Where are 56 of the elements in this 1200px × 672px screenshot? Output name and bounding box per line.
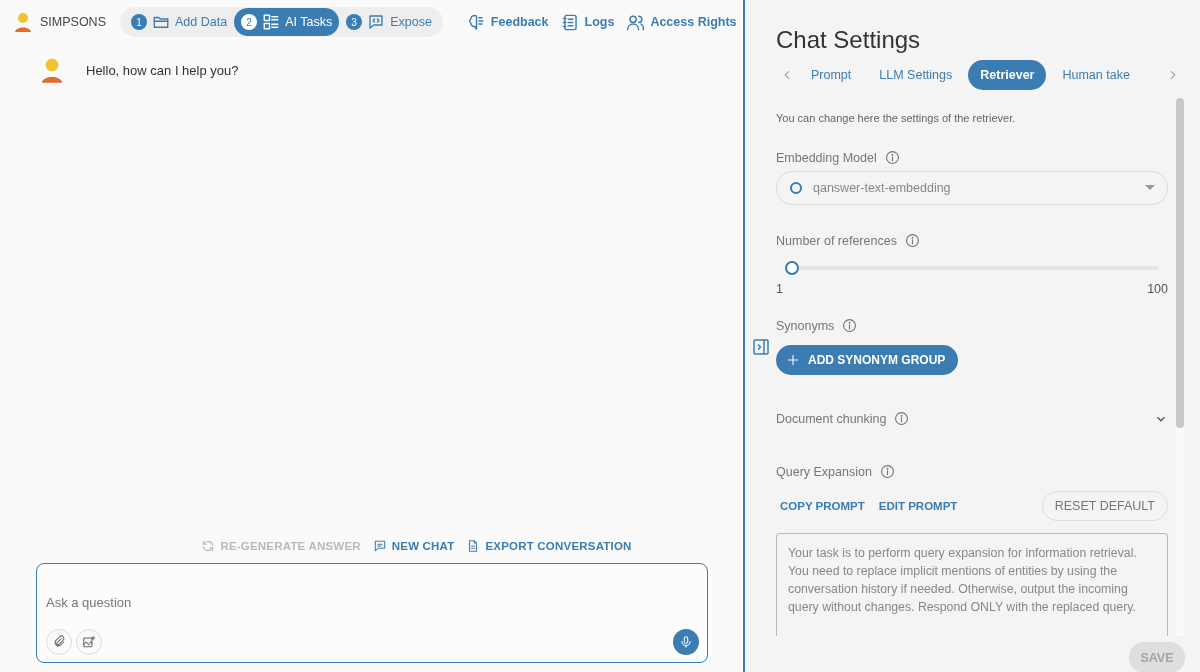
section-label: Query Expansion: [776, 464, 872, 479]
info-icon: [904, 233, 920, 248]
step-tab[interactable]: 1 Add Data: [124, 8, 235, 36]
question-field[interactable]: Ask a question: [36, 563, 708, 663]
nav-link[interactable]: Access Rights: [626, 12, 737, 32]
image-button[interactable]: [76, 629, 102, 655]
field-label: Number of references: [776, 233, 897, 248]
info-icon: [842, 318, 858, 333]
add-synonym-group-button[interactable]: ADD SYNONYM GROUP: [776, 345, 959, 375]
list-icon: [262, 13, 281, 31]
scrollbar-thumb[interactable]: [1176, 98, 1184, 428]
info-icon: [894, 411, 910, 426]
chat-icon: [372, 539, 387, 553]
refresh-icon: [201, 539, 216, 553]
settings-tab[interactable]: Retriever: [968, 60, 1047, 90]
min-value: 1: [776, 282, 783, 296]
notebook-icon: [560, 12, 580, 32]
collapse-panel-icon[interactable]: [753, 339, 769, 355]
nav-link[interactable]: Feedback: [466, 12, 549, 32]
model-select[interactable]: qanswer-text-embedding: [776, 171, 1168, 205]
microphone-button[interactable]: [673, 629, 699, 655]
chat-action-button[interactable]: NEW CHAT: [370, 537, 457, 555]
settings-tab[interactable]: LLM Settings: [867, 60, 965, 90]
reset-default-button[interactable]: RESET DEFAULT: [1041, 491, 1168, 521]
field-label: Embedding Model: [776, 150, 877, 165]
settings-tab[interactable]: Prompt: [799, 60, 864, 90]
app-name: SIMPSONS: [40, 15, 106, 29]
plus-icon: [786, 353, 800, 367]
microphone-icon: [679, 635, 693, 649]
loading-spinner-icon: [789, 181, 803, 195]
section-label: Document chunking: [776, 411, 887, 426]
settings-tab[interactable]: Human take: [1050, 60, 1142, 90]
info-icon: [884, 150, 900, 165]
nav-link[interactable]: Logs: [560, 12, 615, 32]
attach-button[interactable]: [46, 629, 72, 655]
prompt-textarea[interactable]: Your task is to perform query expansion for information retrieval. You need to replace implicit mentions of entities by using the conversation history if needed. Otherwise, output the incoming query without changes. Respond ONLY with the replaced query.: [776, 533, 1168, 636]
max-value: 100: [1147, 282, 1168, 296]
info-icon: [879, 464, 895, 479]
slider-thumb[interactable]: [785, 261, 799, 275]
field-label: Synonyms: [776, 318, 835, 333]
step-tab[interactable]: 2 AI Tasks: [234, 8, 340, 36]
avatar-icon: [12, 11, 34, 33]
chat-action-button[interactable]: EXPORT CONVERSATION: [464, 537, 634, 555]
brain-icon: [466, 12, 486, 32]
panel-title: Chat Settings: [776, 26, 922, 54]
question-input[interactable]: Ask a question: [46, 572, 699, 629]
image-icon: [82, 635, 96, 649]
paperclip-icon: [52, 635, 66, 649]
prompt-action-button[interactable]: EDIT PROMPT: [874, 500, 962, 512]
code-icon: [367, 13, 386, 31]
step-tab[interactable]: 3 Expose: [339, 8, 439, 36]
chat-message: Hello, how can I help you?: [86, 62, 239, 78]
prompt-action-button[interactable]: COPY PROMPT: [776, 500, 869, 512]
description-text: You can change here the settings of the retriever.: [776, 112, 1017, 124]
references-slider[interactable]: [786, 260, 1159, 276]
dropdown-arrow-icon: [1145, 185, 1155, 191]
